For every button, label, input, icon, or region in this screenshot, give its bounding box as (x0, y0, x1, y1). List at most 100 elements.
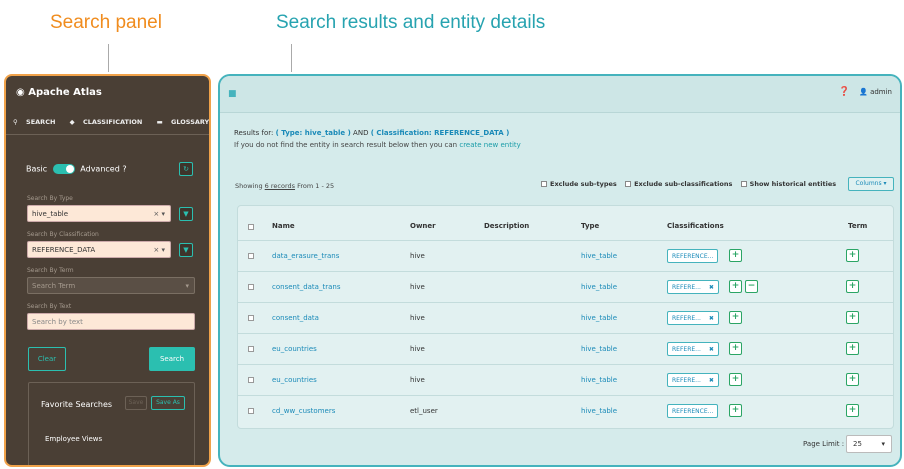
entity-name-link[interactable]: consent_data_trans (272, 283, 340, 291)
user-menu[interactable]: 👤 admin (859, 88, 892, 96)
add-classification-button[interactable]: + (729, 342, 742, 355)
basic-advanced-toggle[interactable]: Basic Advanced ? (26, 164, 127, 174)
results-and: AND (353, 129, 369, 137)
folder-icon: ▬ (156, 118, 163, 126)
checkbox[interactable] (740, 181, 747, 187)
row-checkbox[interactable] (248, 377, 254, 383)
entity-name-link[interactable]: eu_countries (272, 376, 317, 384)
add-classification-button[interactable]: + (729, 404, 742, 417)
entity-name-link[interactable]: cd_ww_customers (272, 407, 335, 415)
clear-button[interactable]: Clear (28, 347, 66, 371)
tab-classification[interactable]: ◆ CLASSIFICATION (70, 118, 149, 126)
clear-chevron-icon[interactable]: × ▾ (153, 210, 165, 218)
add-term-button[interactable]: + (846, 404, 859, 417)
classification-filter-button[interactable]: ▼ (179, 243, 193, 257)
row-checkbox[interactable] (248, 284, 254, 290)
tab-search-label: SEARCH (26, 118, 56, 126)
checkbox[interactable] (625, 181, 632, 187)
toggle-switch[interactable] (52, 164, 75, 174)
checkbox[interactable] (541, 181, 547, 187)
select-all-checkbox[interactable] (248, 224, 254, 230)
type-select[interactable]: hive_table × ▾ (27, 205, 171, 222)
add-classification-button[interactable]: + (729, 373, 742, 386)
add-term-button[interactable]: + (846, 280, 859, 293)
add-classification-button[interactable]: + (729, 280, 742, 293)
caption-results: Search results and entity details (276, 12, 546, 33)
results-query: Results for: ( Type: hive_table ) AND ( … (234, 129, 509, 137)
remove-tag-icon[interactable]: ✖ (709, 284, 714, 291)
type-label: Search By Type (27, 195, 73, 202)
tab-glossary[interactable]: ▬ GLOSSARY (156, 118, 210, 126)
type-link[interactable]: hive_table (581, 314, 617, 322)
type-link[interactable]: hive_table (581, 407, 617, 415)
classification-tag[interactable]: REFERE... ✖ (667, 311, 719, 325)
help-icon[interactable]: ❓ (839, 87, 850, 97)
option-label: Show historical entities (749, 180, 837, 188)
help-icon[interactable]: ? (122, 165, 126, 174)
save-as-button[interactable]: Save As (151, 396, 185, 410)
basic-label: Basic (26, 164, 48, 174)
row-checkbox[interactable] (248, 253, 254, 259)
showing-suffix: From 1 - 25 (297, 182, 335, 190)
favorites-title: Favorite Searches (41, 400, 113, 409)
term-placeholder: Search Term (32, 282, 76, 290)
chevron-down-icon: ▾ (881, 440, 885, 448)
header-owner[interactable]: Owner (410, 222, 436, 230)
entity-name-link[interactable]: consent_data (272, 314, 319, 322)
row-checkbox[interactable] (248, 408, 254, 414)
favorite-item[interactable]: Employee Views (45, 435, 102, 443)
records-link[interactable]: 6 records (265, 182, 295, 190)
term-label: Search By Term (27, 267, 74, 274)
add-term-button[interactable]: + (846, 249, 859, 262)
refresh-button[interactable]: ↻ (179, 162, 193, 176)
user-icon: 👤 (859, 88, 868, 96)
classification-tag[interactable]: REFERE... ✖ (667, 373, 719, 387)
type-link[interactable]: hive_table (581, 283, 617, 291)
classification-select[interactable]: REFERENCE_DATA × ▾ (27, 241, 171, 258)
text-search-input[interactable]: Search by text (27, 313, 195, 330)
columns-button[interactable]: Columns ▾ (848, 177, 894, 191)
classification-tag[interactable]: REFERENCE... (667, 404, 719, 418)
menu-icon[interactable]: ■ (228, 89, 237, 99)
row-checkbox[interactable] (248, 346, 254, 352)
remove-tag-icon[interactable]: ✖ (709, 315, 714, 322)
historical-option[interactable]: Show historical entities (740, 180, 837, 188)
type-link[interactable]: hive_table (581, 345, 617, 353)
header-classifications[interactable]: Classifications (667, 222, 724, 230)
remove-tag-icon[interactable]: ✖ (709, 346, 714, 353)
remove-classification-button[interactable]: − (745, 280, 758, 293)
header-term[interactable]: Term (848, 222, 867, 230)
add-term-button[interactable]: + (846, 373, 859, 386)
header-description[interactable]: Description (484, 222, 529, 230)
add-term-button[interactable]: + (846, 342, 859, 355)
header-name[interactable]: Name (272, 222, 295, 230)
add-classification-button[interactable]: + (729, 249, 742, 262)
entity-name-link[interactable]: data_erasure_trans (272, 252, 339, 260)
table-row: cd_ww_customers etl_user hive_table REFE… (238, 395, 893, 426)
row-checkbox[interactable] (248, 315, 254, 321)
tab-glossary-label: GLOSSARY (171, 118, 210, 126)
owner: hive (410, 376, 425, 384)
type-filter-button[interactable]: ▼ (179, 207, 193, 221)
create-entity-link[interactable]: create new entity (459, 141, 520, 149)
header-type[interactable]: Type (581, 222, 599, 230)
save-button[interactable]: Save (125, 396, 147, 410)
entity-name-link[interactable]: eu_countries (272, 345, 317, 353)
text-label: Search By Text (27, 303, 72, 310)
clear-chevron-icon[interactable]: × ▾ (153, 246, 165, 254)
add-classification-button[interactable]: + (729, 311, 742, 324)
classification-tag[interactable]: REFERE... ✖ (667, 342, 719, 356)
exclude-subtypes-option[interactable]: Exclude sub-types (541, 180, 617, 188)
classification-tag[interactable]: REFERE... ✖ (667, 280, 719, 294)
exclude-subclass-option[interactable]: Exclude sub-classifications (625, 180, 732, 188)
type-link[interactable]: hive_table (581, 376, 617, 384)
search-button[interactable]: Search (149, 347, 195, 371)
tab-search[interactable]: ⚲ SEARCH (13, 118, 61, 126)
classification-tag[interactable]: REFERENCE... (667, 249, 719, 263)
remove-tag-icon[interactable]: ✖ (709, 377, 714, 384)
term-select[interactable]: Search Term ▾ (27, 277, 195, 294)
type-link[interactable]: hive_table (581, 252, 617, 260)
add-term-button[interactable]: + (846, 311, 859, 324)
hint-text: If you do not find the entity in search … (234, 141, 458, 149)
page-limit-select[interactable]: 25 ▾ (846, 435, 892, 453)
